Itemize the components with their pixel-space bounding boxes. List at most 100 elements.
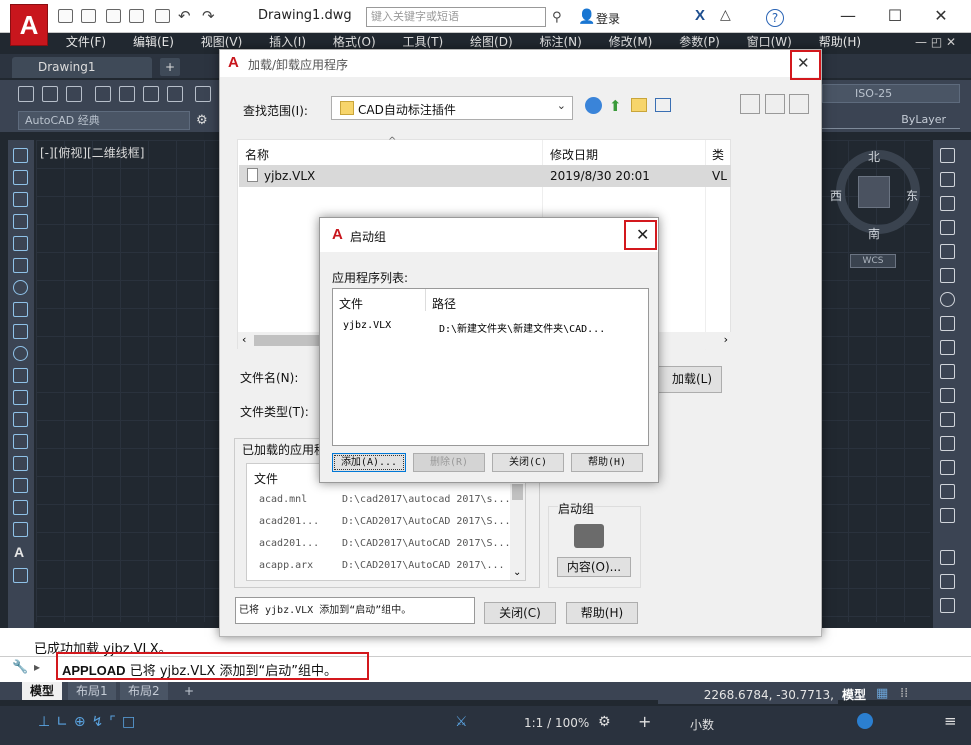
- plus-icon[interactable]: +: [638, 712, 651, 731]
- point-icon[interactable]: [13, 434, 28, 449]
- close-button[interactable]: ✕: [918, 4, 964, 28]
- make-block-icon[interactable]: [13, 412, 28, 427]
- login-button[interactable]: 登录: [596, 10, 620, 27]
- col-date[interactable]: 修改日期: [550, 146, 598, 163]
- app-logo[interactable]: A: [10, 4, 48, 46]
- polyline-icon[interactable]: [13, 192, 28, 207]
- line-icon[interactable]: [13, 148, 28, 163]
- find-icon[interactable]: [740, 94, 760, 114]
- up-folder-icon[interactable]: ⬆: [609, 97, 622, 115]
- lookin-select[interactable]: CAD自动标注插件 ⌄: [331, 96, 573, 120]
- compass-west[interactable]: 西: [830, 187, 842, 204]
- scroll-thumb[interactable]: [512, 484, 523, 500]
- status-toggles-left[interactable]: ⊥∟⊕↯⌜□: [38, 714, 141, 730]
- hatch-icon[interactable]: [13, 456, 28, 471]
- cut-icon[interactable]: [195, 86, 211, 102]
- insert-block-icon[interactable]: [13, 390, 28, 405]
- rectangle-icon[interactable]: [13, 236, 28, 251]
- dimstyle-select[interactable]: ISO-25: [822, 84, 960, 103]
- new-folder-icon[interactable]: [631, 98, 647, 112]
- plot-icon[interactable]: [155, 9, 170, 23]
- table-row[interactable]: yjbz.VLX 2019/8/30 20:01 VL: [239, 165, 731, 187]
- views-icon[interactable]: [655, 98, 671, 112]
- table-icon[interactable]: [13, 522, 28, 537]
- loaded-col-file[interactable]: 文件: [254, 470, 278, 487]
- customize-icon[interactable]: ≡: [944, 712, 957, 730]
- plot-icon[interactable]: [95, 86, 111, 102]
- revcloud-icon[interactable]: [13, 302, 28, 317]
- help-icon[interactable]: ?: [766, 9, 784, 27]
- scroll-down-icon[interactable]: ⌄: [513, 567, 521, 578]
- scroll-right-icon[interactable]: ›: [724, 333, 728, 346]
- menu-file[interactable]: 文件(F): [66, 33, 106, 51]
- gradient-icon[interactable]: [13, 478, 28, 493]
- scale-icon[interactable]: [940, 316, 955, 331]
- send-back-icon[interactable]: [940, 598, 955, 613]
- new-tab-button[interactable]: +: [160, 58, 180, 76]
- add-button[interactable]: 添加(A)...: [332, 453, 406, 472]
- doc-window-controls[interactable]: — ◰ ✕: [915, 35, 956, 49]
- grid-icon[interactable]: ▦: [876, 686, 888, 701]
- open-icon[interactable]: [81, 9, 96, 23]
- startup-path[interactable]: D:\新建文件夹\新建文件夹\CAD...: [439, 320, 605, 335]
- fillet-icon[interactable]: [940, 484, 955, 499]
- mtext-icon[interactable]: A: [14, 544, 24, 560]
- open-icon[interactable]: [42, 86, 58, 102]
- spline-icon[interactable]: [13, 324, 28, 339]
- ellipse-arc-icon[interactable]: [13, 368, 28, 383]
- briefcase-icon[interactable]: [574, 524, 604, 548]
- user-icon[interactable]: 👤: [578, 9, 595, 25]
- col-type[interactable]: 类: [712, 146, 724, 163]
- copy-icon[interactable]: [940, 172, 955, 187]
- load-button[interactable]: 加载(L): [650, 366, 722, 393]
- menu-edit[interactable]: 编辑(E): [133, 33, 174, 51]
- tab-layout1[interactable]: 布局1: [68, 682, 116, 700]
- join-icon[interactable]: [940, 436, 955, 451]
- back-icon[interactable]: [585, 97, 602, 114]
- bring-front-icon[interactable]: [940, 574, 955, 589]
- construction-line-icon[interactable]: [13, 170, 28, 185]
- tab-layout2[interactable]: 布局2: [120, 682, 168, 700]
- polygon-icon[interactable]: [13, 214, 28, 229]
- wcs-menu[interactable]: WCS: [850, 254, 896, 268]
- viewport-label[interactable]: [-][俯视][二维线框]: [40, 144, 144, 161]
- dialog-help-button[interactable]: 帮助(H): [566, 602, 638, 624]
- move-icon[interactable]: [940, 268, 955, 283]
- arc-icon[interactable]: [13, 258, 28, 273]
- compass-south[interactable]: 南: [868, 225, 880, 242]
- draworder-icon[interactable]: [940, 550, 955, 565]
- favorites-icon[interactable]: [765, 94, 785, 114]
- circle-icon[interactable]: [13, 280, 28, 295]
- minimize-button[interactable]: —: [825, 4, 871, 28]
- startup-file[interactable]: yjbz.VLX: [343, 320, 391, 331]
- add-selected-icon[interactable]: [13, 568, 28, 583]
- compass-east[interactable]: 东: [906, 187, 918, 204]
- v-scrollbar[interactable]: ⌄: [510, 484, 525, 580]
- ellipse-icon[interactable]: [13, 346, 28, 361]
- saveas-icon[interactable]: [129, 9, 144, 23]
- col-file[interactable]: 文件: [339, 295, 363, 312]
- 3dprint-icon[interactable]: [167, 86, 183, 102]
- offset-icon[interactable]: [940, 220, 955, 235]
- rotate-icon[interactable]: [940, 292, 955, 307]
- extend-icon[interactable]: [940, 388, 955, 403]
- new-icon[interactable]: [18, 86, 34, 102]
- explode-icon[interactable]: [940, 508, 955, 523]
- add-favorite-icon[interactable]: [789, 94, 809, 114]
- annotation-scale[interactable]: 1:1 / 100%: [524, 716, 589, 730]
- a360-icon[interactable]: △: [720, 7, 731, 23]
- command-prompt-icon[interactable]: ▸: [34, 660, 40, 674]
- remove-button[interactable]: 删除(R): [413, 453, 485, 472]
- snap-icon[interactable]: ⁞⁞: [900, 686, 908, 701]
- trim-icon[interactable]: [940, 364, 955, 379]
- col-name[interactable]: 名称: [245, 146, 269, 163]
- viewcube-top[interactable]: [858, 176, 890, 208]
- preview-icon[interactable]: [119, 86, 135, 102]
- col-path[interactable]: 路径: [432, 295, 456, 312]
- contents-button[interactable]: 内容(O)...: [557, 557, 631, 577]
- units-select[interactable]: 小数: [690, 716, 714, 733]
- wrench-icon[interactable]: 🔧: [12, 660, 28, 675]
- layer-select[interactable]: ByLayer: [822, 113, 960, 129]
- new-icon[interactable]: [58, 9, 73, 23]
- mirror-icon[interactable]: [940, 196, 955, 211]
